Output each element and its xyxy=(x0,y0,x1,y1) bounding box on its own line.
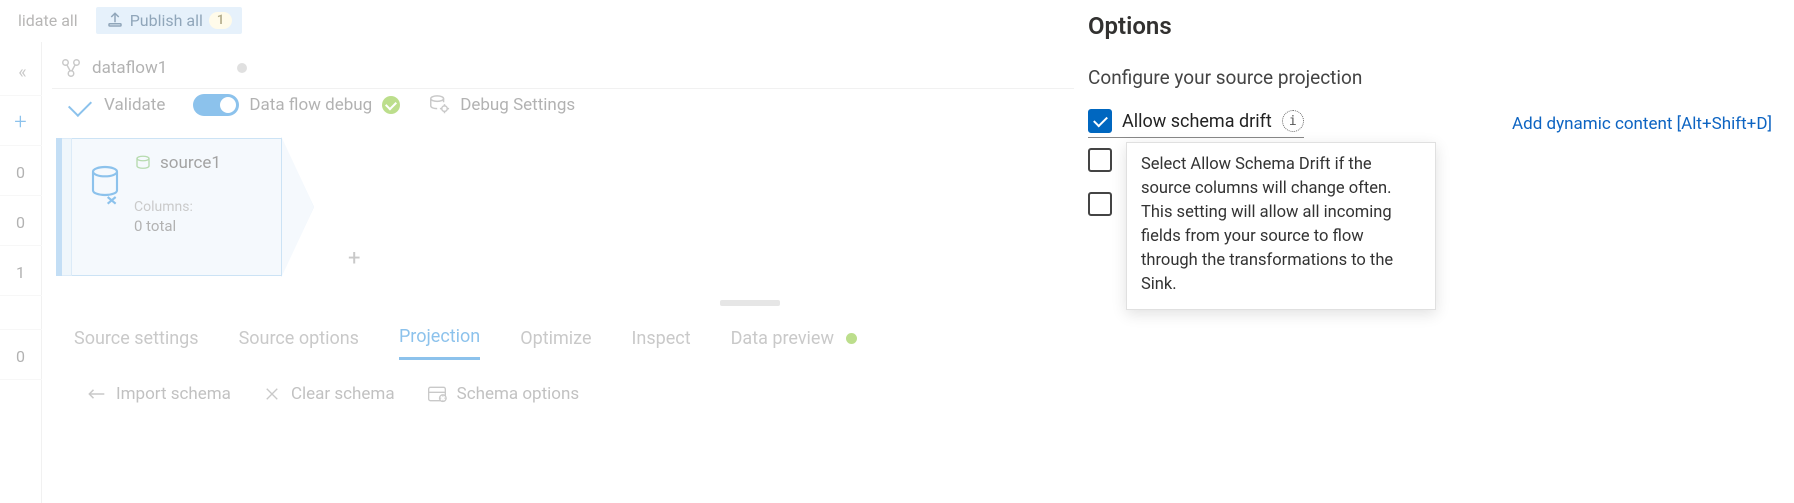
options-panel: Options Configure your source projection… xyxy=(1074,0,1794,503)
rail-count-0[interactable]: 0 xyxy=(0,150,42,196)
source-type-icon xyxy=(134,154,152,172)
schema-actions: Import schema Clear schema Schema option… xyxy=(86,384,579,404)
publish-all-button[interactable]: Publish all 1 xyxy=(96,7,243,34)
rail-count-1[interactable]: 0 xyxy=(0,200,42,246)
dataflow-canvas[interactable]: source1 Columns: 0 total + xyxy=(56,138,314,276)
option-checkbox-3[interactable] xyxy=(1088,192,1112,216)
tab-data-preview[interactable]: Data preview xyxy=(731,322,858,359)
close-icon xyxy=(263,385,281,403)
import-icon xyxy=(86,386,106,402)
validate-all-label: lidate all xyxy=(18,11,78,30)
schema-options-button[interactable]: Schema options xyxy=(427,384,580,404)
publish-count-badge: 1 xyxy=(209,12,232,29)
schema-drift-tooltip: Select Allow Schema Drift if the source … xyxy=(1126,142,1436,310)
database-gear-icon xyxy=(428,94,450,116)
tab-source-settings[interactable]: Source settings xyxy=(74,322,199,359)
unsaved-dot-icon xyxy=(237,63,247,73)
source-node[interactable]: source1 Columns: 0 total xyxy=(56,138,314,276)
datasource-icon xyxy=(88,163,122,207)
left-rail: « + 0 0 1 0 xyxy=(0,42,42,503)
debug-settings-label: Debug Settings xyxy=(460,95,575,115)
validate-label: Validate xyxy=(104,95,165,115)
tab-data-preview-label: Data preview xyxy=(731,328,834,349)
tab-dataflow1[interactable]: dataflow1 xyxy=(52,57,265,79)
import-schema-label: Import schema xyxy=(116,384,231,404)
upload-icon xyxy=(106,11,124,29)
allow-schema-drift-checkbox[interactable] xyxy=(1088,109,1112,133)
clear-schema-label: Clear schema xyxy=(291,384,395,404)
chevron-left-icon: « xyxy=(18,62,22,83)
validate-button[interactable]: Validate xyxy=(70,95,165,115)
import-schema-button[interactable]: Import schema xyxy=(86,384,231,404)
rail-count-3[interactable]: 0 xyxy=(0,334,42,380)
dataflow-action-bar: Validate Data flow debug Debug Settings xyxy=(70,94,575,116)
allow-schema-drift-row: Allow schema drift i Add dynamic content… xyxy=(1088,109,1772,138)
dataflow-debug-toggle[interactable]: Data flow debug xyxy=(193,94,400,116)
add-dynamic-content-link[interactable]: Add dynamic content [Alt+Shift+D] xyxy=(1512,114,1772,134)
status-dot-icon xyxy=(846,333,857,344)
dataflow-icon xyxy=(60,57,82,79)
node-columns-value: 0 total xyxy=(134,217,221,235)
tab-optimize[interactable]: Optimize xyxy=(520,322,591,359)
clear-schema-button[interactable]: Clear schema xyxy=(263,384,395,404)
publish-all-label: Publish all xyxy=(130,11,203,30)
debug-settings-button[interactable]: Debug Settings xyxy=(428,94,575,116)
debug-label: Data flow debug xyxy=(249,95,372,115)
add-resource-button[interactable]: + xyxy=(0,100,42,146)
node-name: source1 xyxy=(160,153,221,173)
options-subtitle: Configure your source projection xyxy=(1088,66,1772,89)
schema-options-icon xyxy=(427,385,447,403)
validate-all-button[interactable]: lidate all xyxy=(8,7,88,34)
option-checkbox-2[interactable] xyxy=(1088,148,1112,172)
node-columns-label: Columns: xyxy=(134,199,221,215)
panel-resize-handle[interactable] xyxy=(720,300,780,306)
settings-tabs: Source settings Source options Projectio… xyxy=(74,320,857,360)
editor-tab-row: dataflow1 xyxy=(52,48,265,88)
options-title: Options xyxy=(1088,12,1772,40)
plus-icon: + xyxy=(14,110,26,135)
collapse-rail-button[interactable]: « xyxy=(0,50,42,96)
tab-source-options[interactable]: Source options xyxy=(239,322,359,359)
allow-schema-drift-label: Allow schema drift xyxy=(1122,111,1272,132)
toggle-on-icon xyxy=(193,94,239,116)
status-ok-icon xyxy=(382,96,400,114)
check-icon xyxy=(68,93,92,117)
tab-projection[interactable]: Projection xyxy=(399,320,480,360)
rail-count-2[interactable]: 1 xyxy=(0,250,42,296)
tab-label: dataflow1 xyxy=(92,58,167,78)
schema-options-label: Schema options xyxy=(457,384,580,404)
tab-inspect[interactable]: Inspect xyxy=(632,322,691,359)
info-icon[interactable]: i xyxy=(1282,110,1304,132)
add-step-button[interactable]: + xyxy=(348,246,360,271)
